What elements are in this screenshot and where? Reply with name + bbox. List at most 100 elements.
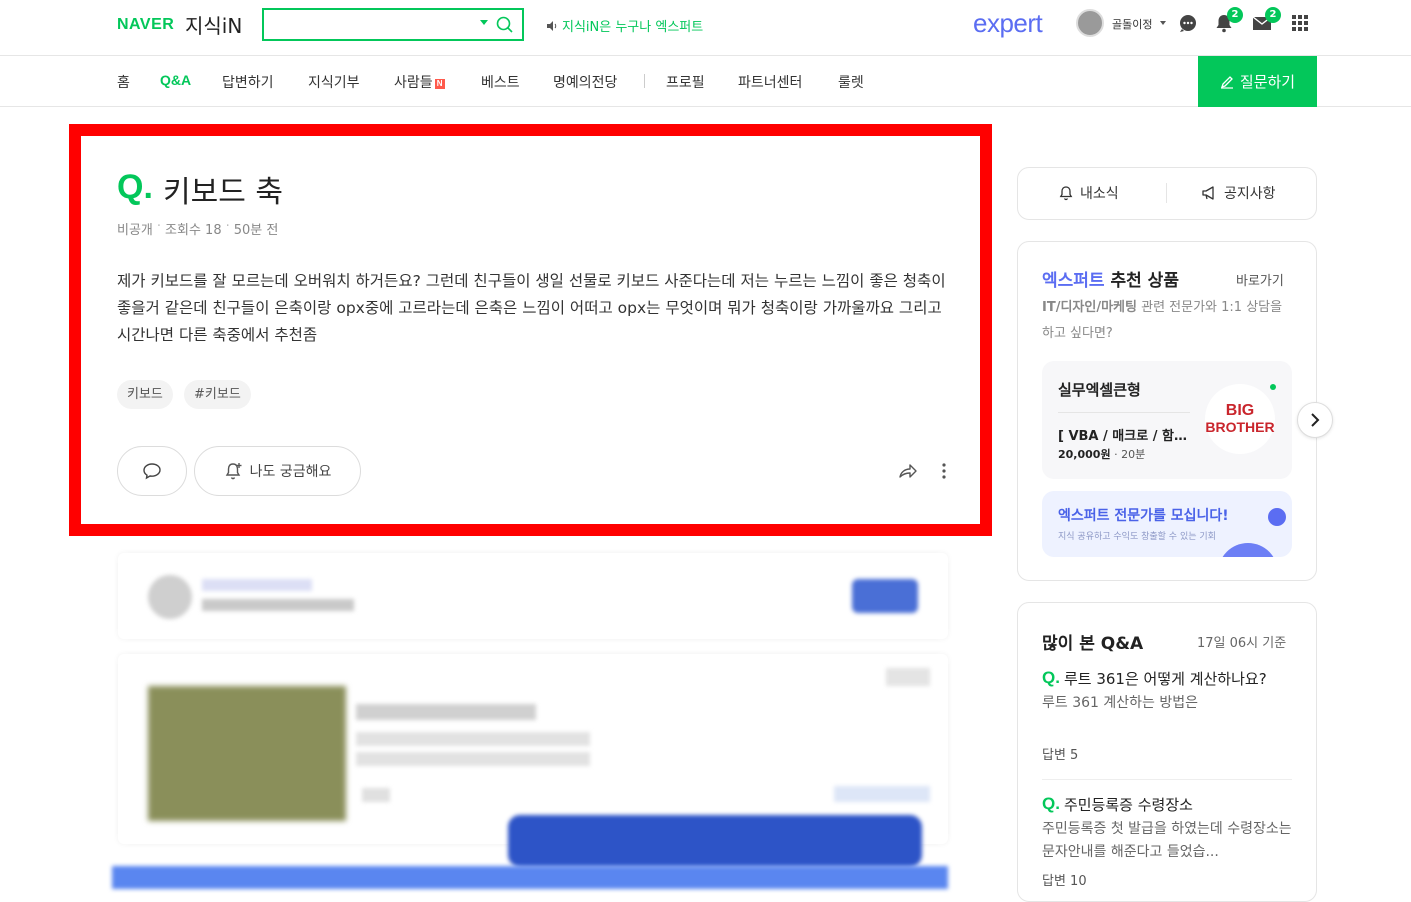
expert-desc-bold: IT/디자인/마케팅 bbox=[1042, 300, 1137, 315]
question-title: 키보드 축 bbox=[163, 175, 283, 210]
comment-button[interactable] bbox=[117, 446, 187, 496]
comment-icon bbox=[143, 463, 161, 480]
blurred-cta-button bbox=[508, 815, 922, 867]
popular-answer-count: 답변 5 bbox=[1042, 748, 1079, 763]
popular-base-time: 17일 06시 기준 bbox=[1197, 636, 1287, 651]
nav-profile[interactable]: 프로필 bbox=[666, 72, 705, 92]
product-name[interactable]: 실무엑셀큰형 bbox=[1058, 379, 1141, 400]
product-subtitle[interactable]: [ VBA / 매크로 / 함수 ] bbox=[1058, 425, 1192, 444]
popular-snippet[interactable]: 주민등록증 첫 발급을 하였는데 수령장소는 문자안내를 해준다고 들었습... bbox=[1042, 818, 1292, 864]
tab-inbox-label: 내소식 bbox=[1080, 186, 1119, 202]
tab-notice-label: 공지사항 bbox=[1224, 186, 1276, 202]
naver-logo[interactable]: NAVER bbox=[117, 16, 174, 34]
recruit-decoration bbox=[1268, 508, 1286, 526]
search-icon[interactable] bbox=[496, 16, 514, 34]
expert-recruit-banner[interactable]: 엑스퍼트 전문가를 모십니다! 지식 공유하고 수익도 창출할 수 있는 기회 bbox=[1042, 491, 1292, 557]
carousel-next-button[interactable] bbox=[1297, 402, 1333, 438]
search-box bbox=[262, 8, 524, 41]
question-body: 제가 키보드를 잘 모르는데 오버워치 하거든요? 그런데 친구들이 생일 선물… bbox=[117, 272, 946, 344]
tag-chip[interactable]: #키보드 bbox=[184, 380, 251, 409]
new-badge: N bbox=[434, 79, 445, 89]
q-mark: Q. bbox=[1042, 668, 1060, 687]
expert-description: IT/디자인/마케팅 관련 전문가와 1:1 상담을 하고 싶다면? bbox=[1042, 295, 1292, 347]
avatar[interactable] bbox=[1076, 9, 1104, 37]
product-divider bbox=[1058, 412, 1190, 413]
popular-snippet[interactable]: 루트 361 계산하는 방법은 bbox=[1042, 692, 1292, 715]
search-dropdown-icon[interactable] bbox=[480, 20, 488, 25]
app-grid-icon[interactable] bbox=[1290, 13, 1312, 35]
product-logo: BIG BROTHER bbox=[1205, 384, 1275, 454]
popular-title: 많이 본 Q&A bbox=[1042, 634, 1144, 654]
speaker-icon bbox=[547, 20, 557, 31]
blurred-text bbox=[362, 788, 390, 802]
tab-notice[interactable]: 공지사항 bbox=[1201, 183, 1276, 203]
chevron-right-icon bbox=[1311, 413, 1320, 427]
share-icon[interactable] bbox=[897, 460, 919, 482]
expert-title-accent: 엑스퍼트 bbox=[1042, 271, 1105, 291]
notice-text: 지식iN은 누구나 엑스퍼트 bbox=[562, 20, 704, 35]
blurred-text bbox=[356, 752, 590, 766]
nav-answer[interactable]: 답변하기 bbox=[222, 72, 274, 92]
popular-divider bbox=[1042, 779, 1292, 780]
bell-icon[interactable]: 2 bbox=[1213, 7, 1243, 34]
blurred-text bbox=[202, 599, 354, 611]
notice-banner[interactable]: 지식iN은 누구나 엑스퍼트 bbox=[546, 16, 703, 35]
online-status-dot bbox=[1270, 384, 1276, 390]
blurred-banner bbox=[112, 866, 948, 889]
nav-partner-center[interactable]: 파트너센터 bbox=[738, 72, 802, 92]
username[interactable]: 골돌이정 bbox=[1112, 16, 1152, 32]
expert-logo[interactable]: expert bbox=[973, 8, 1043, 39]
curious-button[interactable]: 나도 궁금해요 bbox=[194, 446, 361, 496]
nav-qna[interactable]: Q&A bbox=[160, 72, 191, 88]
top-header: NAVER 지식iN 지식iN은 누구나 엑스퍼트 expert 골돌이정 2 … bbox=[0, 0, 1411, 56]
blurred-text bbox=[886, 668, 930, 686]
popular-question-title[interactable]: Q. 루트 361은 어떻게 계산하나요? bbox=[1042, 668, 1267, 689]
blurred-text bbox=[356, 732, 590, 746]
kin-logo[interactable]: 지식iN bbox=[185, 10, 242, 39]
notification-badge: 2 bbox=[1227, 7, 1243, 23]
more-icon[interactable] bbox=[937, 460, 951, 482]
bell-icon bbox=[1059, 186, 1073, 201]
blurred-text bbox=[834, 786, 930, 802]
question-meta: 비공개 · 조회수 18 · 50분 전 bbox=[117, 219, 278, 238]
ask-question-button[interactable]: 질문하기 bbox=[1198, 56, 1317, 107]
tab-divider bbox=[1166, 183, 1167, 203]
pencil-icon bbox=[1220, 75, 1233, 89]
question-visibility: 비공개 bbox=[117, 223, 153, 238]
product-price-row: 20,000원 · 20분 bbox=[1058, 446, 1145, 462]
chat-icon[interactable] bbox=[1177, 12, 1199, 34]
meta-separator: · bbox=[156, 219, 162, 234]
blurred-profile-card bbox=[118, 553, 948, 639]
chevron-down-icon[interactable] bbox=[1160, 21, 1166, 25]
nav-home[interactable]: 홈 bbox=[117, 72, 130, 92]
recruit-title: 엑스퍼트 전문가를 모십니다! bbox=[1058, 508, 1229, 524]
question-time: 50분 전 bbox=[233, 223, 279, 238]
curious-label: 나도 궁금해요 bbox=[249, 464, 332, 480]
nav-divider bbox=[644, 74, 645, 88]
question-views: 조회수 18 bbox=[165, 223, 222, 238]
product-logo-line2: BROTHER bbox=[1205, 419, 1275, 435]
search-input[interactable] bbox=[272, 10, 472, 38]
blurred-avatar bbox=[148, 575, 192, 619]
blurred-button bbox=[852, 579, 918, 613]
mail-badge: 2 bbox=[1265, 7, 1281, 23]
nav-people[interactable]: 사람들 N bbox=[394, 72, 445, 92]
nav-donate[interactable]: 지식기부 bbox=[308, 72, 360, 92]
product-price: 20,000원 bbox=[1058, 448, 1111, 461]
popular-question-text: 루트 361은 어떻게 계산하나요? bbox=[1063, 670, 1267, 688]
expert-goto-link[interactable]: 바로가기 bbox=[1236, 270, 1284, 289]
popular-question-title[interactable]: Q. 주민등록증 수령장소 bbox=[1042, 794, 1193, 815]
megaphone-icon bbox=[1202, 186, 1214, 200]
nav-hall-of-fame[interactable]: 명예의전당 bbox=[553, 72, 617, 92]
question-q-mark: Q. bbox=[117, 168, 153, 206]
blurred-text bbox=[356, 704, 536, 720]
popular-question-text: 주민등록증 수령장소 bbox=[1063, 796, 1193, 814]
nav-people-label: 사람들 bbox=[394, 75, 433, 91]
nav-best[interactable]: 베스트 bbox=[481, 72, 520, 92]
popular-answer-count: 답변 10 bbox=[1042, 874, 1087, 889]
bell-plus-icon bbox=[225, 463, 242, 480]
mail-icon[interactable]: 2 bbox=[1251, 7, 1281, 34]
nav-roulette[interactable]: 룰렛 bbox=[838, 72, 864, 92]
tag-chip[interactable]: 키보드 bbox=[117, 380, 173, 409]
tab-inbox[interactable]: 내소식 bbox=[1058, 183, 1119, 203]
